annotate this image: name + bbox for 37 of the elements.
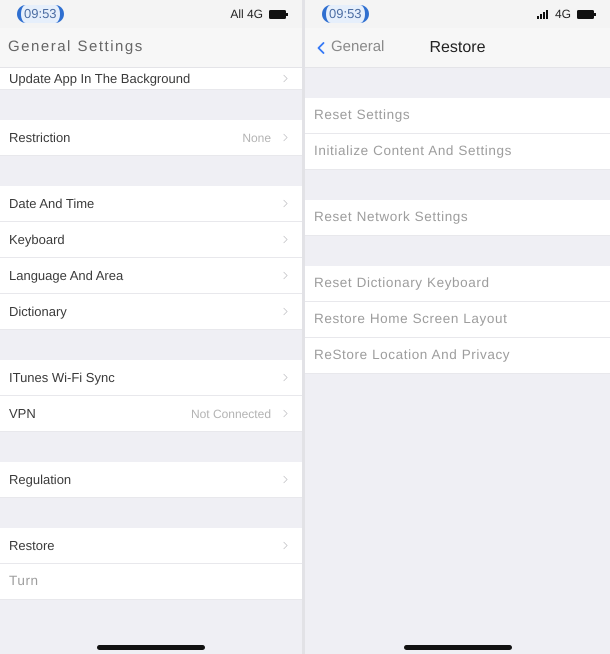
nav-title: General Settings (7, 37, 145, 58)
row-label: Reset Network Settings (314, 208, 468, 226)
row-label: VPN (9, 404, 36, 423)
row-label: Language And Area (9, 266, 124, 285)
network-label: 4G (554, 6, 571, 23)
row-label: ITunes Wi-Fi Sync (9, 368, 115, 387)
settings-row[interactable]: ITunes Wi-Fi Sync (0, 360, 302, 396)
settings-row[interactable]: Regulation (0, 462, 302, 498)
settings-row[interactable]: Keyboard (0, 222, 302, 258)
settings-row[interactable]: Update App In The Background (0, 68, 302, 90)
row-label: Turn (9, 572, 39, 590)
settings-row[interactable]: Language And Area (0, 258, 302, 294)
row-label: Date And Time (9, 194, 94, 213)
row-value: Not Connected (190, 406, 271, 422)
settings-row[interactable]: Restriction None (0, 120, 302, 156)
battery-icon (577, 10, 596, 18)
row-label: Restore (9, 536, 55, 555)
status-time: 09:53 (17, 5, 64, 23)
settings-row[interactable]: VPN Not Connected (0, 396, 302, 432)
row-label: Keyboard (9, 230, 65, 249)
row-label: Reset Settings (314, 106, 410, 124)
row-label: Reset Dictionary Keyboard (314, 274, 490, 292)
row-label: Regulation (9, 470, 72, 489)
settings-row[interactable]: Dictionary (0, 294, 302, 330)
row-value: None (242, 130, 271, 146)
row-label: Initialize Content And Settings (314, 142, 512, 160)
row-label: Restriction (9, 128, 70, 147)
settings-row[interactable]: Date And Time (0, 186, 302, 222)
row-label: Restore Home Screen Layout (314, 310, 508, 328)
row-label: ReStore Location And Privacy (314, 346, 510, 364)
battery-icon (269, 10, 288, 18)
settings-row[interactable]: Restore (0, 528, 302, 564)
status-time: 09:53 (322, 5, 369, 23)
nav-title: Restore (429, 38, 486, 58)
row-label: Update App In The Background (9, 70, 190, 88)
row-label: Dictionary (9, 302, 67, 321)
network-label: All 4G (230, 6, 263, 23)
